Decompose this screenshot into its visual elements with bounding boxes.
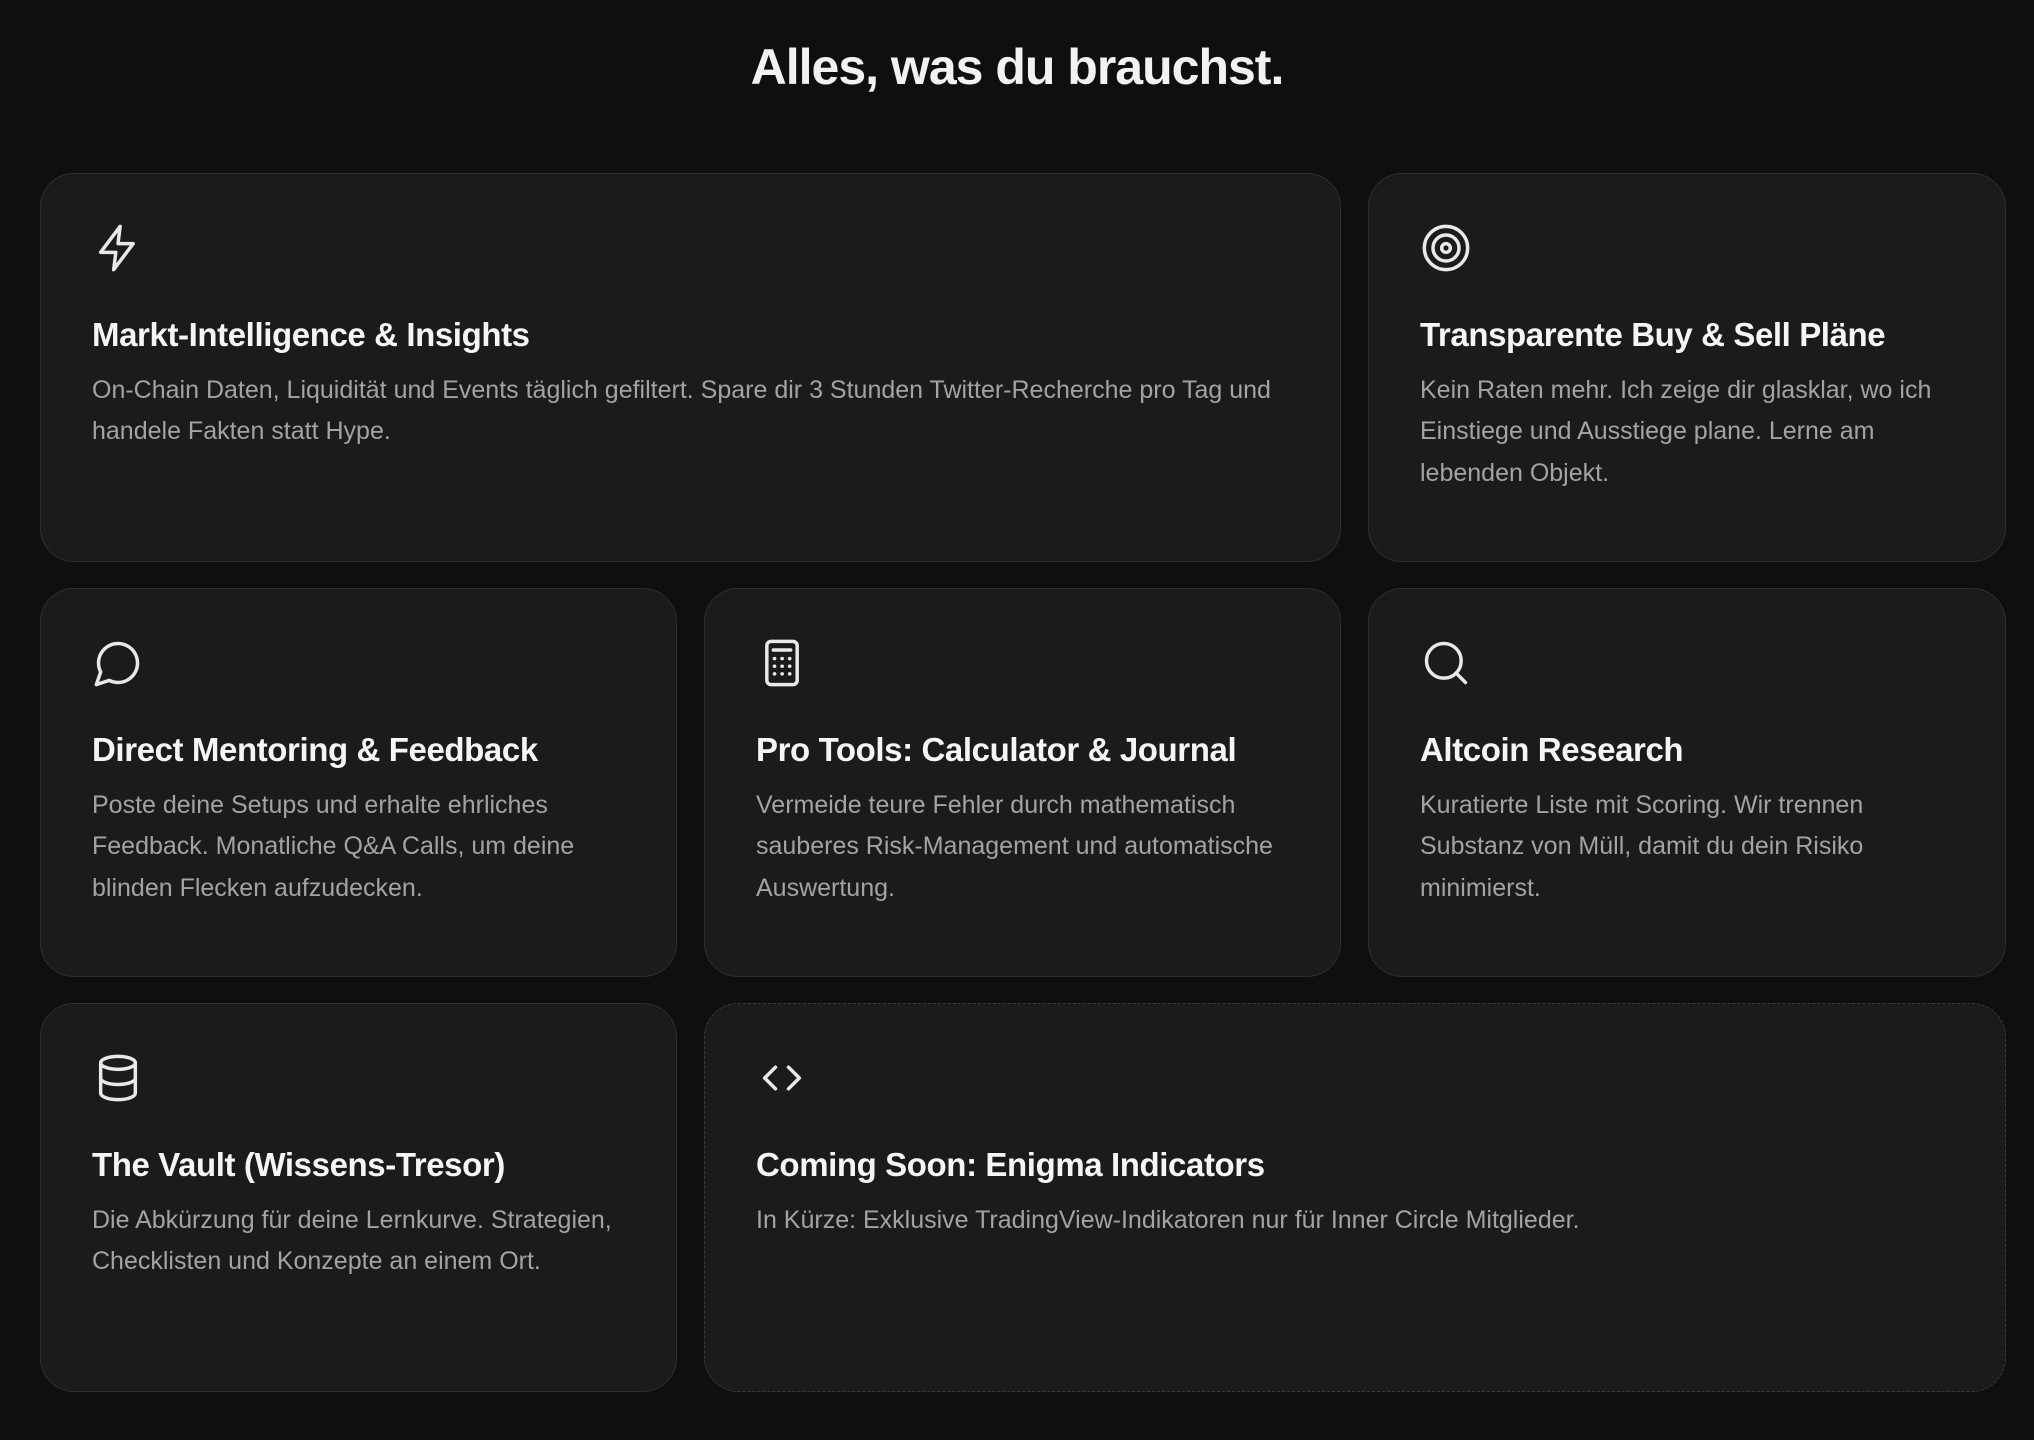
card-description: Kein Raten mehr. Ich zeige dir glasklar,… [1420, 375, 1932, 487]
card-title: Transparente Buy & Sell Pläne [1420, 316, 1886, 353]
card-description: Vermeide teure Fehler durch mathematisch… [756, 790, 1273, 902]
card-description: On-Chain Daten, Liquidität und Events tä… [92, 375, 1271, 446]
feature-card-buy-sell-plans: Transparente Buy & Sell Pläne Kein Raten… [1368, 173, 2006, 562]
lightning-icon [92, 222, 144, 274]
code-icon [756, 1052, 808, 1104]
card-title: Altcoin Research [1420, 731, 1684, 768]
feature-card-vault: The Vault (Wissens-Tresor) Die Abkürzung… [40, 1003, 677, 1392]
feature-card-coming-soon: Coming Soon: Enigma Indicators In Kürze:… [704, 1003, 2006, 1392]
database-icon [92, 1052, 144, 1104]
card-title: The Vault (Wissens-Tresor) [92, 1146, 505, 1183]
feature-card-market-intelligence: Markt-Intelligence & Insights On-Chain D… [40, 173, 1341, 562]
card-title: Pro Tools: Calculator & Journal [756, 731, 1237, 768]
card-description: Die Abkürzung für deine Lernkurve. Strat… [92, 1205, 612, 1276]
section-title: Alles, was du brauchst. [750, 39, 1285, 95]
feature-card-mentoring: Direct Mentoring & Feedback Poste deine … [40, 588, 677, 977]
search-icon [1420, 637, 1472, 689]
chat-bubble-icon [92, 637, 144, 689]
card-title: Markt-Intelligence & Insights [92, 316, 530, 353]
card-title: Direct Mentoring & Feedback [92, 731, 538, 768]
card-title: Coming Soon: Enigma Indicators [756, 1146, 1265, 1183]
feature-card-pro-tools: Pro Tools: Calculator & Journal Vermeide… [704, 588, 1341, 977]
card-description: Kuratierte Liste mit Scoring. Wir trenne… [1420, 790, 1864, 902]
target-icon [1420, 222, 1472, 274]
calculator-icon [756, 637, 808, 689]
card-description: In Kürze: Exklusive TradingView-Indikato… [756, 1205, 1580, 1234]
card-description: Poste deine Setups und erhalte ehrliches… [92, 790, 575, 902]
features-section: Alles, was du brauchst. Markt-Intelligen… [0, 0, 2034, 1440]
feature-card-altcoin-research: Altcoin Research Kuratierte Liste mit Sc… [1368, 588, 2006, 977]
